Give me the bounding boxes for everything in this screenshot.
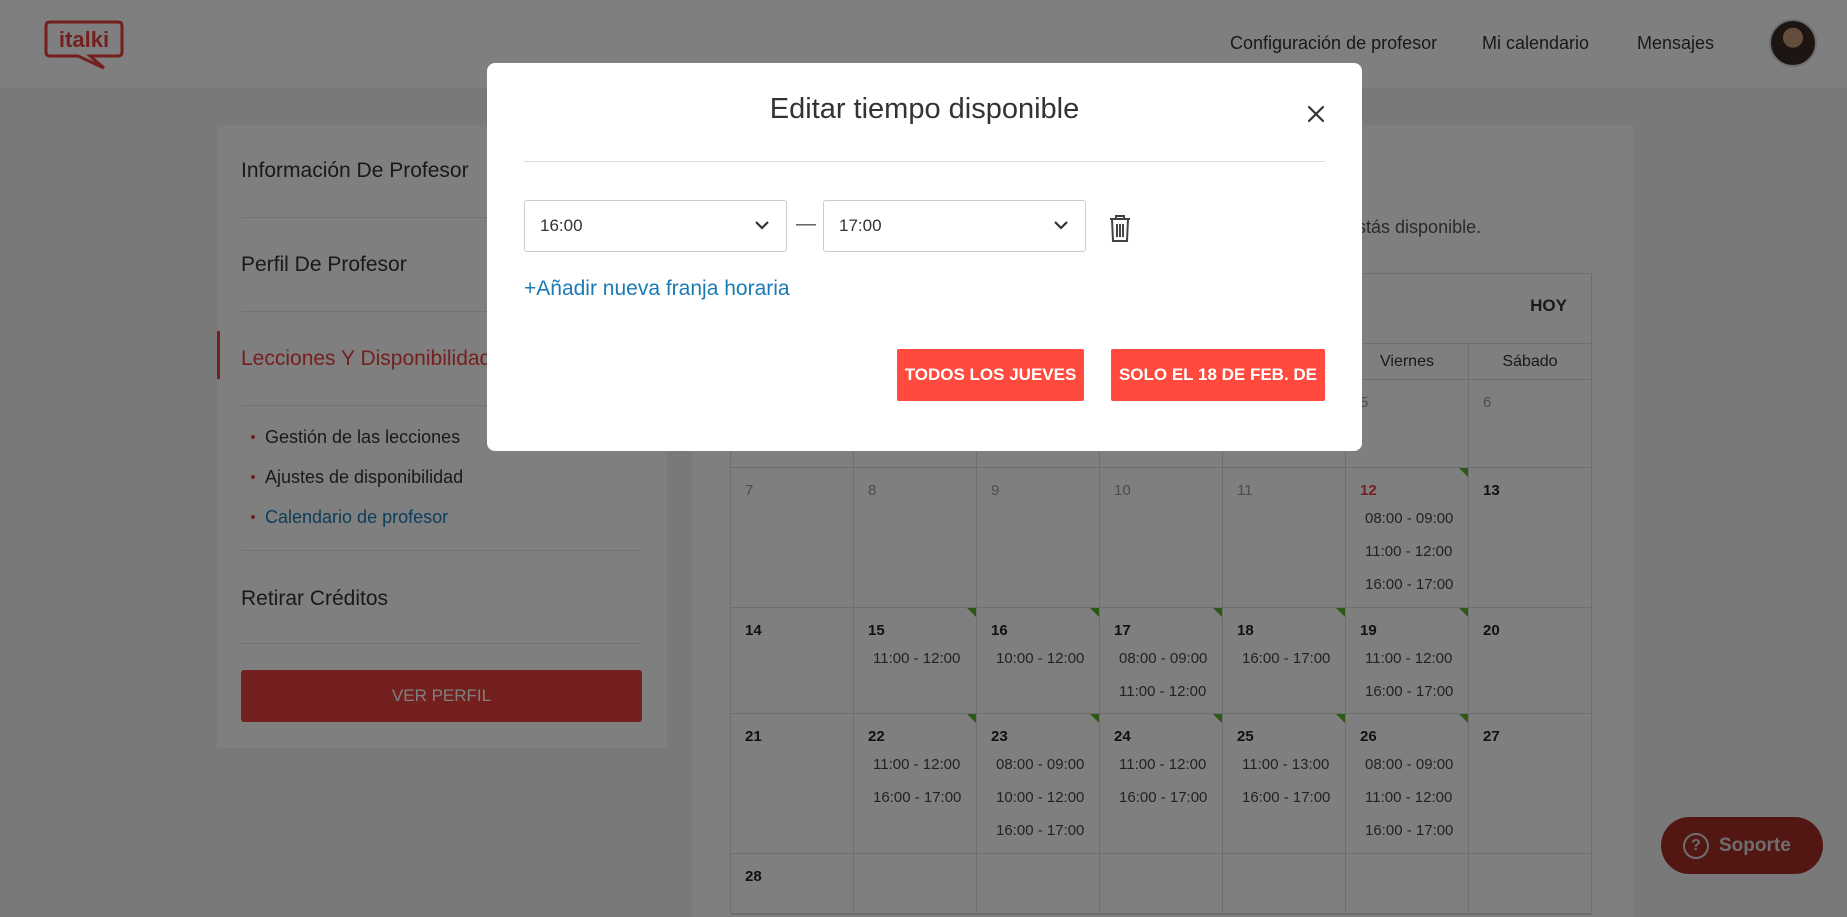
- end-time-value: 17:00: [839, 216, 882, 235]
- start-time-value: 16:00: [540, 216, 583, 235]
- end-time-select[interactable]: 17:00: [823, 200, 1086, 252]
- add-time-slot-link[interactable]: +Añadir nueva franja horaria: [524, 277, 790, 301]
- modal-divider: [524, 161, 1325, 162]
- trash-icon[interactable]: [1107, 213, 1133, 243]
- edit-availability-modal: Editar tiempo disponible 16:00 — 17:00 +…: [487, 63, 1362, 451]
- all-thursdays-button[interactable]: TODOS LOS JUEVES: [897, 349, 1084, 401]
- close-icon[interactable]: [1303, 101, 1329, 127]
- modal-title: Editar tiempo disponible: [769, 93, 1080, 125]
- only-date-button[interactable]: SOLO EL 18 DE FEB. DE: [1111, 349, 1325, 401]
- chevron-down-icon: [755, 221, 769, 230]
- time-separator: —: [796, 213, 816, 235]
- start-time-select[interactable]: 16:00: [524, 200, 787, 252]
- chevron-down-icon: [1054, 221, 1068, 230]
